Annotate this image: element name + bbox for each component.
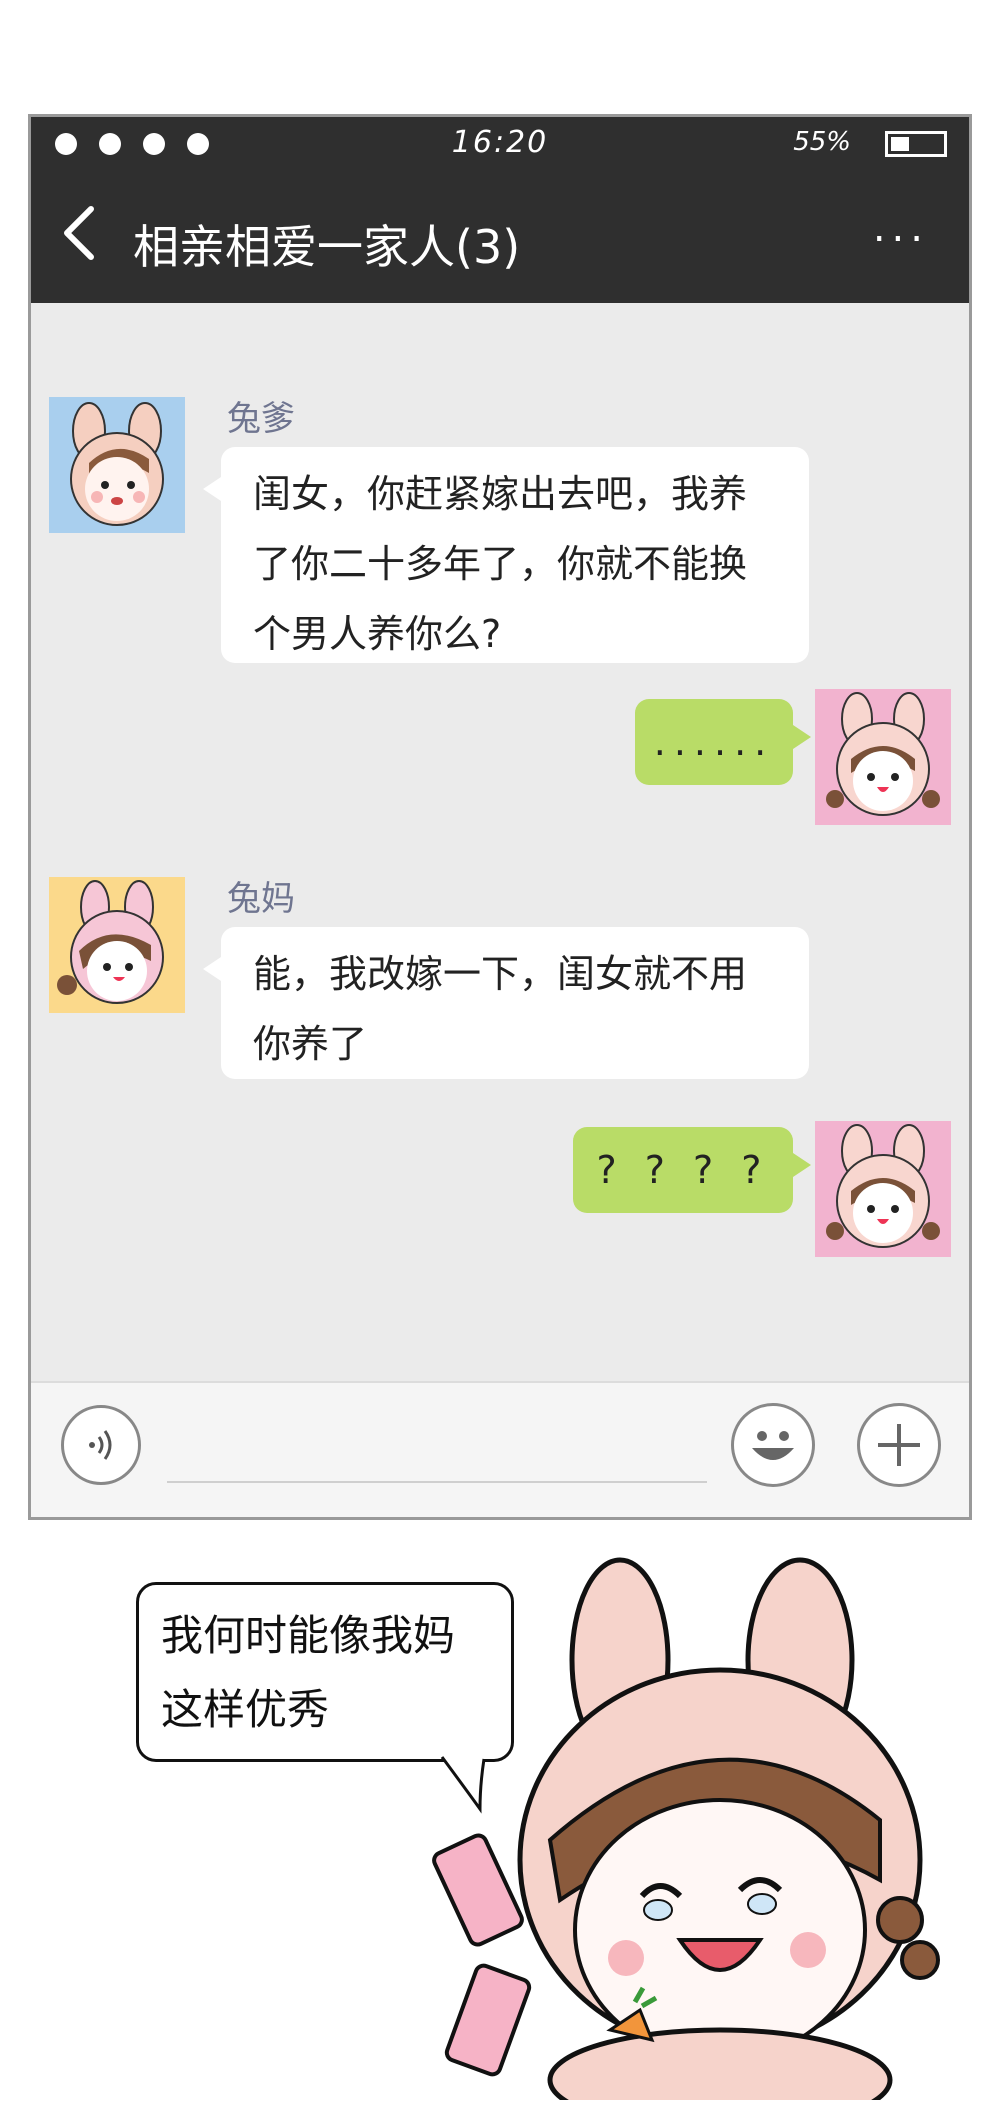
crying-bunny-illustration [432, 1557, 940, 2100]
add-button[interactable] [857, 1403, 941, 1487]
smile-icon [752, 1431, 794, 1460]
message-bubble-outgoing: ? ? ? ? [573, 1127, 811, 1213]
sender-name: 兔爹 [227, 399, 295, 439]
chat-title: 相亲相爱一家人(3) [133, 220, 521, 274]
message-line: 个男人养你么? [253, 612, 502, 656]
bunny-avatar-icon [49, 877, 185, 1013]
bunny-avatar-icon [49, 397, 185, 533]
message-line: 能，我改嫁一下，闺女就不用 [253, 952, 748, 996]
phone-frame: 16:20 55% 相亲相爱一家人(3) ... 兔爹 闺女，你赶紧嫁出去吧，我… [28, 114, 972, 1520]
voice-icon [89, 1430, 112, 1460]
avatar-me[interactable] [815, 1121, 951, 1257]
avatar-mom[interactable] [49, 877, 185, 1013]
message-bubble: 能，我改嫁一下，闺女就不用 你养了 [203, 927, 809, 1079]
bunny-avatar-icon [815, 1121, 951, 1257]
input-bar [31, 1381, 969, 1517]
message-line: 闺女，你赶紧嫁出去吧，我养 [253, 472, 748, 516]
sender-name: 兔妈 [227, 879, 295, 919]
plus-icon [878, 1424, 920, 1466]
voice-button[interactable] [61, 1405, 141, 1485]
message-line: 你养了 [253, 1022, 368, 1066]
message-line: 了你二十多年了，你就不能换 [253, 542, 748, 586]
message-bubble-outgoing: ...... [635, 699, 811, 785]
avatar-dad[interactable] [49, 397, 185, 533]
message-input[interactable] [167, 1481, 707, 1483]
chat-header: 相亲相爱一家人(3) ... [31, 167, 969, 303]
more-options-button[interactable]: ... [873, 205, 929, 251]
battery-icon [885, 131, 947, 157]
battery-percent: 55% [793, 127, 851, 157]
status-bar: 16:20 55% [31, 117, 969, 167]
message-bubble: 闺女，你赶紧嫁出去吧，我养 了你二十多年了，你就不能换 个男人养你么? [203, 447, 809, 663]
chevron-left-icon [64, 206, 94, 260]
emoji-button[interactable] [731, 1403, 815, 1487]
avatar-me[interactable] [815, 689, 951, 825]
back-button[interactable] [61, 205, 97, 270]
bunny-avatar-icon [815, 689, 951, 825]
